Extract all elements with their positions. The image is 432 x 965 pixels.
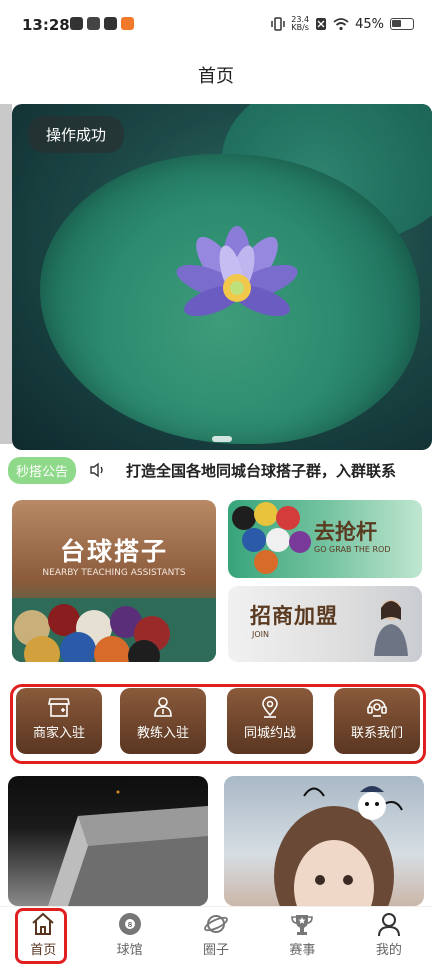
carousel-indicator bbox=[212, 436, 232, 442]
billiard-ball-icon: 8 bbox=[118, 913, 141, 935]
room-photo-image bbox=[48, 790, 208, 906]
network-speed-unit: KB/s bbox=[291, 23, 309, 32]
coach-join-button[interactable]: 教练入驻 bbox=[120, 688, 206, 754]
billiards-partner-card[interactable]: 台球搭子 NEARBY TEACHING ASSISTANTS bbox=[12, 500, 216, 662]
battery-icon bbox=[390, 18, 414, 30]
profile-icon bbox=[377, 913, 400, 937]
quick-action-label: 联系我们 bbox=[350, 726, 403, 741]
announcement-bar[interactable]: 秒搭公告 打造全国各地同城台球搭子群，入群联系 bbox=[8, 456, 432, 484]
merchant-join-button[interactable]: 商家入驻 bbox=[16, 688, 102, 754]
shop-icon bbox=[48, 698, 70, 717]
grab-the-rod-card[interactable]: 去抢杆 GO GRAB THE ROD bbox=[228, 500, 422, 578]
no-sim-icon bbox=[316, 18, 327, 30]
content-card-room-photo[interactable] bbox=[8, 776, 208, 906]
success-toast: 操作成功 bbox=[28, 116, 125, 153]
app-notification-icon bbox=[87, 17, 100, 30]
tab-label: 我的 bbox=[375, 943, 402, 958]
app-notification-icon bbox=[121, 17, 134, 30]
status-time: 13:28 bbox=[22, 16, 70, 34]
planet-icon bbox=[204, 915, 228, 933]
location-icon bbox=[262, 696, 278, 718]
announcement-text: 打造全国各地同城台球搭子群，入群联系 bbox=[126, 461, 397, 480]
card-title: 台球搭子 bbox=[59, 537, 168, 566]
card-title: 去抢杆 bbox=[314, 520, 377, 544]
coach-icon bbox=[154, 697, 172, 717]
banner-previous-slide[interactable] bbox=[0, 104, 12, 444]
support-icon bbox=[367, 699, 387, 717]
billiard-balls-image bbox=[232, 502, 311, 574]
tab-label: 赛事 bbox=[289, 943, 316, 958]
home-tab-highlight bbox=[15, 908, 67, 964]
page-title: 首页 bbox=[198, 66, 234, 87]
quick-action-label: 教练入驻 bbox=[136, 726, 189, 741]
vibrate-icon bbox=[271, 17, 286, 31]
tab-events[interactable]: 赛事 bbox=[259, 907, 345, 965]
speaker-icon bbox=[90, 462, 103, 478]
card-subtitle: GO GRAB THE ROD bbox=[314, 545, 391, 554]
profile-photo-image bbox=[274, 786, 403, 906]
lotus-flower-image bbox=[176, 226, 298, 317]
svg-text:8: 8 bbox=[127, 921, 131, 929]
franchise-join-card[interactable]: 招商加盟 JOIN bbox=[228, 586, 422, 662]
status-bar: 13:28 23.4 KB/s 45% bbox=[0, 0, 432, 52]
network-speed: 23.4 KB/s bbox=[291, 16, 309, 32]
card-subtitle: JOIN bbox=[252, 630, 269, 639]
card-subtitle: NEARBY TEACHING ASSISTANTS bbox=[42, 568, 186, 578]
tab-label: 球馆 bbox=[116, 943, 143, 958]
status-right: 23.4 KB/s 45% bbox=[271, 16, 414, 32]
tab-profile[interactable]: 我的 bbox=[346, 907, 432, 965]
card-title: 招商加盟 bbox=[250, 604, 338, 628]
local-match-button[interactable]: 同城约战 bbox=[227, 688, 313, 754]
contact-us-button[interactable]: 联系我们 bbox=[334, 688, 420, 754]
businesswoman-image bbox=[374, 600, 408, 656]
tab-label: 圈子 bbox=[203, 943, 230, 958]
notification-icons bbox=[70, 17, 134, 30]
app-notification-icon bbox=[70, 17, 83, 30]
content-card-profile-photo[interactable] bbox=[224, 776, 424, 906]
battery-percent: 45% bbox=[355, 16, 384, 32]
quick-action-label: 商家入驻 bbox=[32, 726, 85, 741]
banner-carousel[interactable]: 操作成功 bbox=[12, 104, 432, 450]
trophy-icon bbox=[291, 915, 314, 935]
billiard-balls-image bbox=[12, 598, 216, 662]
mail-icon bbox=[104, 17, 117, 30]
quick-action-label: 同城约战 bbox=[243, 726, 296, 741]
wifi-icon bbox=[333, 17, 349, 30]
tab-billiard-halls[interactable]: 8 球馆 bbox=[86, 907, 172, 965]
tab-circle[interactable]: 圈子 bbox=[173, 907, 259, 965]
announcement-tag: 秒搭公告 bbox=[8, 456, 77, 484]
